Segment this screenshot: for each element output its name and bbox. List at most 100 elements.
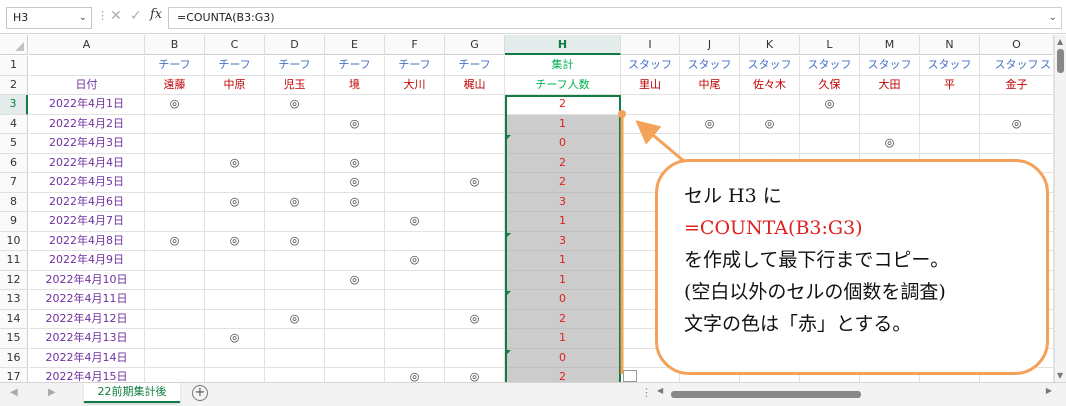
cell-D10[interactable]: ◎ [265, 231, 325, 251]
cell-D1[interactable]: チーフ [265, 56, 325, 76]
tab-split-icon[interactable]: ⋮ [641, 386, 652, 399]
cell-G14[interactable]: ◎ [445, 309, 505, 329]
cell-B4[interactable] [145, 114, 205, 134]
cell-F8[interactable] [385, 192, 445, 212]
cell-E1[interactable]: チーフ [325, 56, 385, 76]
column-header-C[interactable]: C [205, 35, 265, 55]
cell-O3[interactable] [980, 95, 1054, 115]
cell-I2[interactable]: 里山 [621, 75, 680, 95]
cell-D7[interactable] [265, 173, 325, 193]
cell-A2[interactable]: 日付 [29, 75, 145, 95]
cell-A4[interactable]: 2022年4月2日 [29, 114, 145, 134]
cell-C11[interactable] [205, 251, 265, 271]
cell-G4[interactable] [445, 114, 505, 134]
row-header-11[interactable]: 11 [0, 251, 28, 271]
cell-H1[interactable]: 集計 [505, 56, 621, 76]
row-header-12[interactable]: 12 [0, 270, 28, 290]
column-header-L[interactable]: L [800, 35, 860, 55]
cell-B13[interactable] [145, 290, 205, 310]
vertical-scroll-thumb[interactable] [1057, 49, 1064, 73]
cell-N1[interactable]: スタッフ [920, 56, 980, 76]
cell-C14[interactable] [205, 309, 265, 329]
row-header-8[interactable]: 8 [0, 192, 28, 212]
cell-G8[interactable] [445, 192, 505, 212]
cell-H9[interactable]: 1 [505, 212, 621, 232]
cell-A7[interactable]: 2022年4月5日 [29, 173, 145, 193]
cell-A11[interactable]: 2022年4月9日 [29, 251, 145, 271]
column-header-B[interactable]: B [145, 35, 205, 55]
cell-F3[interactable] [385, 95, 445, 115]
cell-A13[interactable]: 2022年4月11日 [29, 290, 145, 310]
cell-B11[interactable] [145, 251, 205, 271]
cell-C1[interactable]: チーフ [205, 56, 265, 76]
cell-D8[interactable]: ◎ [265, 192, 325, 212]
cell-G9[interactable] [445, 212, 505, 232]
row-header-15[interactable]: 15 [0, 329, 28, 349]
cell-D14[interactable]: ◎ [265, 309, 325, 329]
cell-G16[interactable] [445, 348, 505, 368]
cell-F7[interactable] [385, 173, 445, 193]
row-header-2[interactable]: 2 [0, 75, 28, 95]
cell-H7[interactable]: 2 [505, 173, 621, 193]
cell-M5[interactable]: ◎ [860, 134, 920, 154]
cell-I3[interactable] [621, 95, 680, 115]
column-header-M[interactable]: M [860, 35, 920, 55]
cell-H16[interactable]: 0 [505, 348, 621, 368]
cell-C8[interactable]: ◎ [205, 192, 265, 212]
cell-J3[interactable] [680, 95, 740, 115]
cell-I1[interactable]: スタッフ [621, 56, 680, 76]
scroll-down-icon[interactable]: ▼ [1057, 371, 1063, 380]
cell-N2[interactable]: 平 [920, 75, 980, 95]
cancel-icon[interactable]: ✕ [110, 8, 122, 24]
column-header-N[interactable]: N [920, 35, 980, 55]
cell-G2[interactable]: 梶山 [445, 75, 505, 95]
cell-H11[interactable]: 1 [505, 251, 621, 271]
cell-G7[interactable]: ◎ [445, 173, 505, 193]
column-header-D[interactable]: D [265, 35, 325, 55]
cell-H15[interactable]: 1 [505, 329, 621, 349]
cell-D16[interactable] [265, 348, 325, 368]
cell-J5[interactable] [680, 134, 740, 154]
cell-H14[interactable]: 2 [505, 309, 621, 329]
cell-B12[interactable] [145, 270, 205, 290]
cell-L1[interactable]: スタッフ [800, 56, 860, 76]
cell-C6[interactable]: ◎ [205, 153, 265, 173]
cell-N5[interactable] [920, 134, 980, 154]
cell-G12[interactable] [445, 270, 505, 290]
scroll-left-icon[interactable]: ◀ [657, 386, 663, 395]
column-header-G[interactable]: G [445, 35, 505, 55]
cell-C16[interactable] [205, 348, 265, 368]
cell-O5[interactable] [980, 134, 1054, 154]
cell-O2[interactable]: 金子 [980, 75, 1054, 95]
paste-options-icon[interactable] [623, 370, 637, 382]
cell-H4[interactable]: 1 [505, 114, 621, 134]
cell-F14[interactable] [385, 309, 445, 329]
cell-G3[interactable] [445, 95, 505, 115]
cell-E3[interactable] [325, 95, 385, 115]
cell-D9[interactable] [265, 212, 325, 232]
cell-C2[interactable]: 中原 [205, 75, 265, 95]
name-box[interactable]: H3 ⌄ [6, 7, 92, 29]
cell-E13[interactable] [325, 290, 385, 310]
cell-K1[interactable]: スタッフ [740, 56, 800, 76]
row-header-3[interactable]: 3 [0, 95, 28, 115]
cell-M2[interactable]: 大田 [860, 75, 920, 95]
cell-I5[interactable] [621, 134, 680, 154]
cell-B8[interactable] [145, 192, 205, 212]
cell-E11[interactable] [325, 251, 385, 271]
cell-K4[interactable]: ◎ [740, 114, 800, 134]
cell-L2[interactable]: 久保 [800, 75, 860, 95]
cell-E6[interactable]: ◎ [325, 153, 385, 173]
column-header-J[interactable]: J [680, 35, 740, 55]
cell-A3[interactable]: 2022年4月1日 [29, 95, 145, 115]
cell-C7[interactable] [205, 173, 265, 193]
cell-D6[interactable] [265, 153, 325, 173]
cell-B10[interactable]: ◎ [145, 231, 205, 251]
scroll-right-icon[interactable]: ▶ [1046, 386, 1052, 395]
cell-E5[interactable] [325, 134, 385, 154]
cell-E15[interactable] [325, 329, 385, 349]
cell-O4[interactable]: ◎ [980, 114, 1054, 134]
row-header-10[interactable]: 10 [0, 231, 28, 251]
cell-A5[interactable]: 2022年4月3日 [29, 134, 145, 154]
cell-A16[interactable]: 2022年4月14日 [29, 348, 145, 368]
